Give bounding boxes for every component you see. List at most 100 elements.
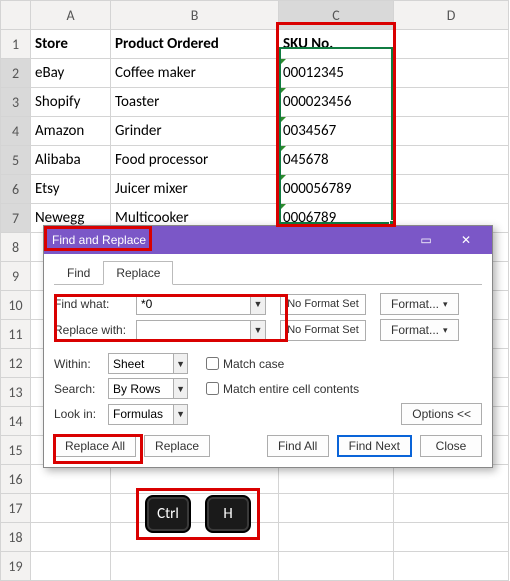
find-what-label: Find what: (54, 297, 132, 311)
row-header[interactable]: 2 (1, 59, 31, 88)
cell[interactable] (394, 465, 509, 494)
find-format-button[interactable]: Format... (380, 293, 459, 315)
find-next-button[interactable]: Find Next (337, 435, 412, 457)
cell[interactable] (31, 465, 111, 494)
cell[interactable] (394, 523, 509, 552)
cell[interactable] (31, 494, 111, 523)
dialog-titlebar[interactable]: Find and Replace ▭ ✕ (44, 226, 492, 254)
cell[interactable] (394, 146, 509, 175)
row-header[interactable]: 7 (1, 204, 31, 233)
cell[interactable] (394, 88, 509, 117)
cell[interactable]: eBay (31, 59, 111, 88)
cell-sku[interactable]: 0034567 (279, 117, 394, 146)
replace-with-input[interactable] (137, 321, 250, 340)
row-header[interactable]: 18 (1, 523, 31, 552)
search-label: Search: (54, 382, 104, 396)
row-header[interactable]: 15 (1, 436, 31, 465)
chevron-down-icon[interactable]: ▼ (173, 379, 187, 398)
row-header[interactable]: 16 (1, 465, 31, 494)
cell[interactable] (394, 117, 509, 146)
select-all-corner[interactable] (1, 1, 31, 30)
row-header[interactable]: 6 (1, 175, 31, 204)
cell-a1[interactable]: Store (31, 30, 111, 59)
cell-c1[interactable]: SKU No. (279, 30, 394, 59)
replace-with-combo[interactable]: ▼ (136, 320, 266, 341)
find-format-preview: No Format Set (280, 294, 366, 315)
row-header[interactable]: 14 (1, 407, 31, 436)
row-header[interactable]: 8 (1, 233, 31, 262)
maximize-icon[interactable]: ▭ (406, 226, 446, 254)
row-header[interactable]: 12 (1, 349, 31, 378)
row-header[interactable]: 9 (1, 262, 31, 291)
dialog-tabs: Find Replace (54, 260, 482, 285)
close-icon[interactable]: ✕ (446, 226, 486, 254)
col-header-c[interactable]: C (279, 1, 394, 30)
col-header-d[interactable]: D (394, 1, 509, 30)
row-header[interactable]: 13 (1, 378, 31, 407)
chevron-down-icon[interactable]: ▼ (173, 354, 187, 373)
cell[interactable] (279, 465, 394, 494)
cell-sku[interactable]: 000023456 (279, 88, 394, 117)
tab-replace[interactable]: Replace (103, 261, 173, 285)
cell[interactable] (394, 552, 509, 581)
tab-find[interactable]: Find (54, 261, 103, 285)
cell[interactable]: Toaster (111, 88, 279, 117)
cell[interactable] (394, 59, 509, 88)
cell[interactable]: Etsy (31, 175, 111, 204)
options-button[interactable]: Options << (401, 403, 482, 425)
cell-b1[interactable]: Product Ordered (111, 30, 279, 59)
match-case-checkbox[interactable]: Match case (206, 357, 284, 371)
row-header[interactable]: 1 (1, 30, 31, 59)
chevron-down-icon[interactable]: ▼ (250, 295, 265, 314)
col-header-a[interactable]: A (31, 1, 111, 30)
within-select[interactable]: ▼ (108, 353, 188, 374)
row-header[interactable]: 5 (1, 146, 31, 175)
replace-with-label: Replace with: (54, 323, 132, 337)
key-h: H (205, 495, 251, 533)
cell[interactable] (111, 552, 279, 581)
cell-sku[interactable]: 000056789 (279, 175, 394, 204)
chevron-down-icon[interactable]: ▼ (173, 405, 187, 424)
replace-format-preview: No Format Set (280, 320, 366, 341)
row-header[interactable]: 3 (1, 88, 31, 117)
lookin-label: Look in: (54, 407, 104, 421)
find-what-combo[interactable]: ▼ (136, 294, 266, 315)
cell[interactable]: Grinder (111, 117, 279, 146)
cell[interactable] (279, 552, 394, 581)
lookin-select[interactable]: ▼ (108, 404, 188, 425)
cell[interactable] (394, 175, 509, 204)
row-header[interactable]: 10 (1, 291, 31, 320)
row-header[interactable]: 11 (1, 320, 31, 349)
cell-sku[interactable]: 045678 (279, 146, 394, 175)
cell[interactable]: Alibaba (31, 146, 111, 175)
dialog-title: Find and Replace (52, 233, 406, 247)
cell[interactable]: Food processor (111, 146, 279, 175)
row-header[interactable]: 4 (1, 117, 31, 146)
cell[interactable] (394, 494, 509, 523)
match-entire-checkbox[interactable]: Match entire cell contents (206, 382, 359, 396)
row-header[interactable]: 17 (1, 494, 31, 523)
replace-all-button[interactable]: Replace All (54, 435, 136, 457)
col-header-b[interactable]: B (111, 1, 279, 30)
cell[interactable] (279, 523, 394, 552)
replace-format-button[interactable]: Format... (380, 319, 459, 341)
cell[interactable]: Coffee maker (111, 59, 279, 88)
find-all-button[interactable]: Find All (267, 435, 329, 457)
cell-sku[interactable]: 00012345 (279, 59, 394, 88)
search-select[interactable]: ▼ (108, 378, 188, 399)
replace-button[interactable]: Replace (144, 435, 210, 457)
lookin-value (109, 405, 173, 424)
cell[interactable]: Amazon (31, 117, 111, 146)
find-what-input[interactable] (137, 295, 250, 314)
cell[interactable] (31, 523, 111, 552)
cell[interactable] (279, 494, 394, 523)
cell[interactable]: Shopify (31, 88, 111, 117)
cell-d1[interactable] (394, 30, 509, 59)
cell[interactable] (111, 465, 279, 494)
row-header[interactable]: 19 (1, 552, 31, 581)
shortcut-keys: Ctrl H (145, 495, 251, 533)
cell[interactable]: Juicer mixer (111, 175, 279, 204)
chevron-down-icon[interactable]: ▼ (250, 321, 265, 340)
close-button[interactable]: Close (420, 435, 482, 457)
cell[interactable] (31, 552, 111, 581)
